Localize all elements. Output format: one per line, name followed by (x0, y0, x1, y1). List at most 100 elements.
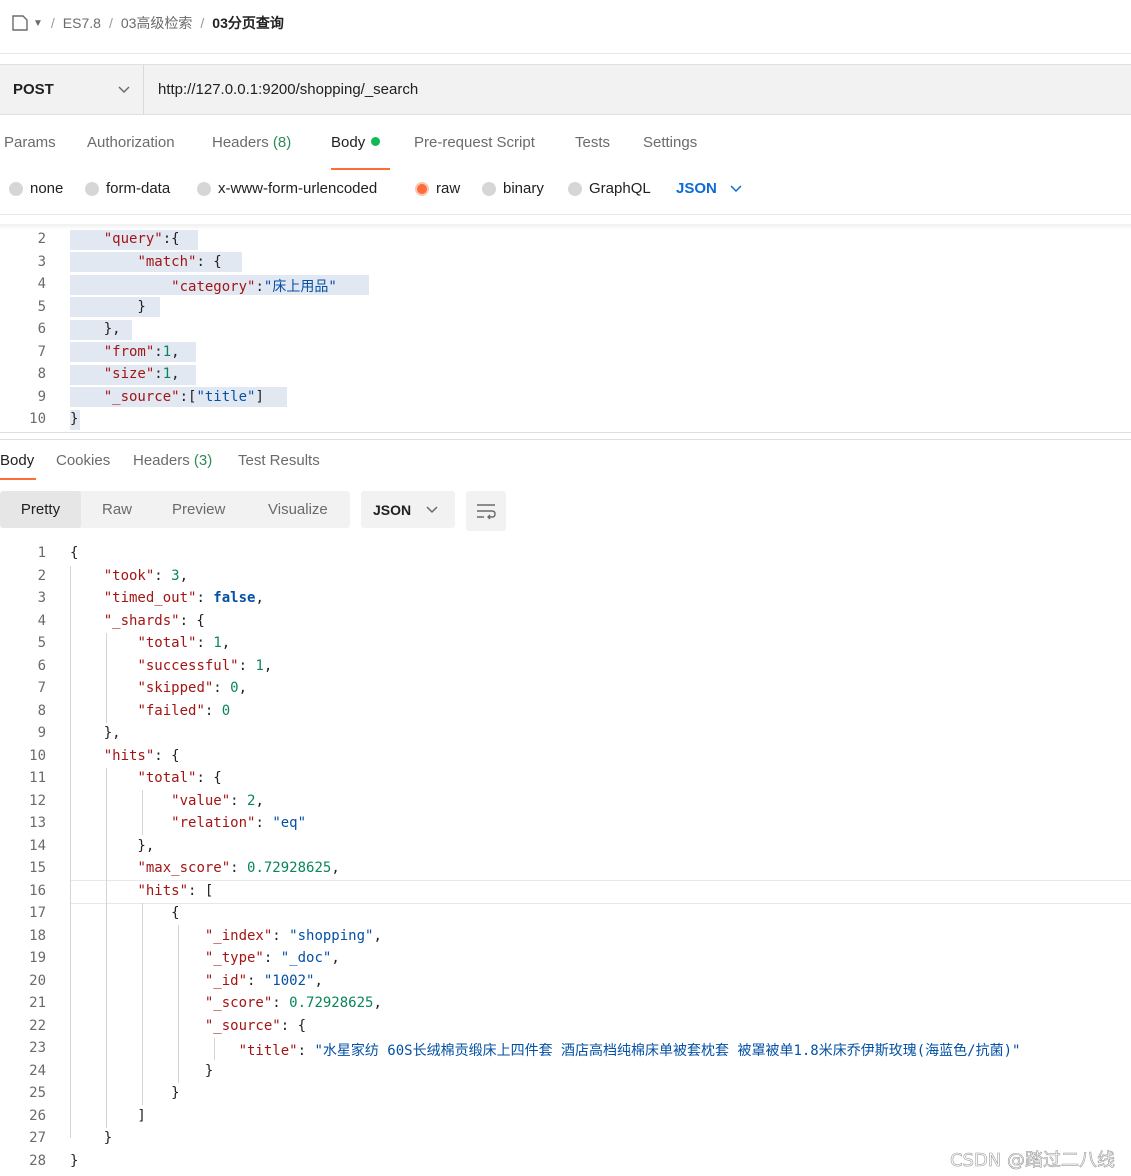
line-number: 13 (29, 815, 46, 831)
radio-form-data[interactable]: form-data (85, 180, 170, 197)
url-input[interactable]: http://127.0.0.1:9200/shopping/_search (158, 65, 418, 114)
tab-label: Headers (212, 134, 269, 151)
code-line: "_source": { (204, 1017, 307, 1034)
radio-raw[interactable]: raw (415, 180, 460, 197)
code-line: "successful": 1, (137, 657, 273, 674)
response-view-group: Pretty Raw Preview Visualize (0, 491, 350, 528)
code-line: } (70, 1062, 214, 1079)
breadcrumb-current: 03分页查询 (212, 15, 284, 31)
response-tab-cookies[interactable]: Cookies (56, 452, 110, 469)
line-number: 5 (37, 298, 46, 315)
line-number: 1 (37, 545, 46, 561)
format-select[interactable]: JSON (676, 180, 742, 197)
line-number: 19 (29, 950, 46, 966)
radio-graphql[interactable]: GraphQL (568, 180, 651, 197)
tab-count: (3) (193, 452, 213, 469)
view-visualize-button[interactable]: Visualize (268, 491, 328, 528)
tab-tests[interactable]: Tests (575, 134, 610, 151)
line-number: 7 (37, 680, 46, 696)
format-label: JSON (676, 180, 717, 197)
line-number: 5 (37, 635, 46, 651)
response-tab-test-results[interactable]: Test Results (238, 452, 320, 469)
divider (0, 53, 1131, 54)
code-line: "hits": [ (137, 882, 214, 899)
code-line: "took": 3, (103, 567, 189, 584)
code-line: "title": "水星家纺 60S长绒棉贡缎床上四件套 酒店高档纯棉床单被套枕… (238, 1043, 1021, 1059)
format-label: JSON (373, 501, 412, 518)
method-label: POST (13, 81, 54, 98)
code-line: "_score": 0.72928625, (204, 995, 382, 1011)
breadcrumb-item[interactable]: 03高级检索 (121, 13, 193, 33)
tab-authorization[interactable]: Authorization (87, 134, 175, 151)
code-line: { (70, 545, 79, 561)
code-line: "query":{ (103, 231, 180, 247)
view-pretty-button[interactable]: Pretty (0, 491, 81, 528)
code-line: "_source":["title"] (103, 388, 264, 405)
response-tab-body[interactable]: Body (0, 452, 34, 469)
line-number: 6 (37, 657, 46, 674)
radio-label: binary (503, 180, 544, 197)
radio-none[interactable]: none (9, 180, 63, 197)
collection-icon (12, 15, 28, 31)
wrap-lines-button[interactable] (466, 491, 506, 531)
code-line: "total": { (137, 770, 222, 786)
line-number: 2 (37, 567, 46, 584)
line-number: 16 (29, 882, 46, 899)
radio-icon (85, 181, 99, 196)
line-number: 18 (29, 927, 46, 944)
status-dot-icon (371, 137, 381, 146)
response-tab-headers[interactable]: Headers (3) (133, 452, 212, 469)
line-number: 15 (29, 860, 46, 876)
code-line: "failed": 0 (137, 702, 231, 719)
breadcrumb-item[interactable]: ES7.8 (63, 15, 101, 31)
breadcrumb-separator: / (50, 15, 55, 31)
tab-pre-request-script[interactable]: Pre-request Script (414, 134, 535, 151)
line-number: 21 (29, 995, 46, 1011)
tab-params[interactable]: Params (4, 134, 56, 151)
line-number: 11 (29, 770, 46, 786)
line-number: 2 (37, 231, 46, 247)
line-number: 7 (37, 343, 46, 360)
radio-icon (197, 181, 211, 196)
code-line: } (70, 411, 79, 427)
code-line: "_type": "_doc", (204, 950, 340, 966)
radio-selected-icon (415, 181, 429, 196)
code-line: "hits": { (103, 747, 180, 764)
tab-count: (8) (272, 134, 292, 151)
line-number: 10 (29, 747, 46, 764)
line-number: 24 (29, 1062, 46, 1079)
line-number: 26 (29, 1107, 46, 1124)
code-line: }, (70, 837, 155, 854)
code-line: "total": 1, (137, 635, 231, 651)
code-line: } (70, 1152, 79, 1169)
line-number: 6 (37, 321, 46, 337)
line-number: 3 (37, 590, 46, 606)
code-line: }, (70, 725, 121, 741)
code-line: } (70, 1085, 180, 1101)
response-format-select[interactable]: JSON (361, 491, 455, 528)
code-line: } (70, 298, 146, 315)
line-number: 14 (29, 837, 46, 854)
code-line: "_index": "shopping", (204, 927, 382, 944)
request-url-bar: POST http://127.0.0.1:9200/shopping/_sea… (0, 64, 1131, 115)
chevron-down-icon[interactable]: ▼ (33, 18, 43, 29)
method-select[interactable]: POST (0, 65, 144, 114)
code-line: "from":1, (103, 343, 180, 360)
breadcrumb: ▼ / ES7.8 / 03高级检索 / 03分页查询 (0, 0, 1131, 46)
line-number: 8 (37, 702, 46, 719)
radio-icon (482, 181, 496, 196)
code-line: "timed_out": false, (103, 590, 264, 606)
line-number: 4 (37, 276, 46, 292)
radio-x-www-form-urlencoded[interactable]: x-www-form-urlencoded (197, 180, 377, 197)
tab-body[interactable]: Body (331, 134, 381, 151)
line-number: 12 (29, 792, 46, 809)
breadcrumb-separator: / (108, 15, 113, 31)
view-raw-button[interactable]: Raw (102, 491, 132, 528)
tab-headers[interactable]: Headers (8) (212, 134, 291, 151)
code-line: } (70, 1130, 113, 1146)
radio-label: raw (436, 180, 461, 197)
tab-settings[interactable]: Settings (643, 134, 697, 151)
view-preview-button[interactable]: Preview (172, 491, 225, 528)
line-number: 20 (29, 972, 46, 989)
radio-binary[interactable]: binary (482, 180, 544, 197)
